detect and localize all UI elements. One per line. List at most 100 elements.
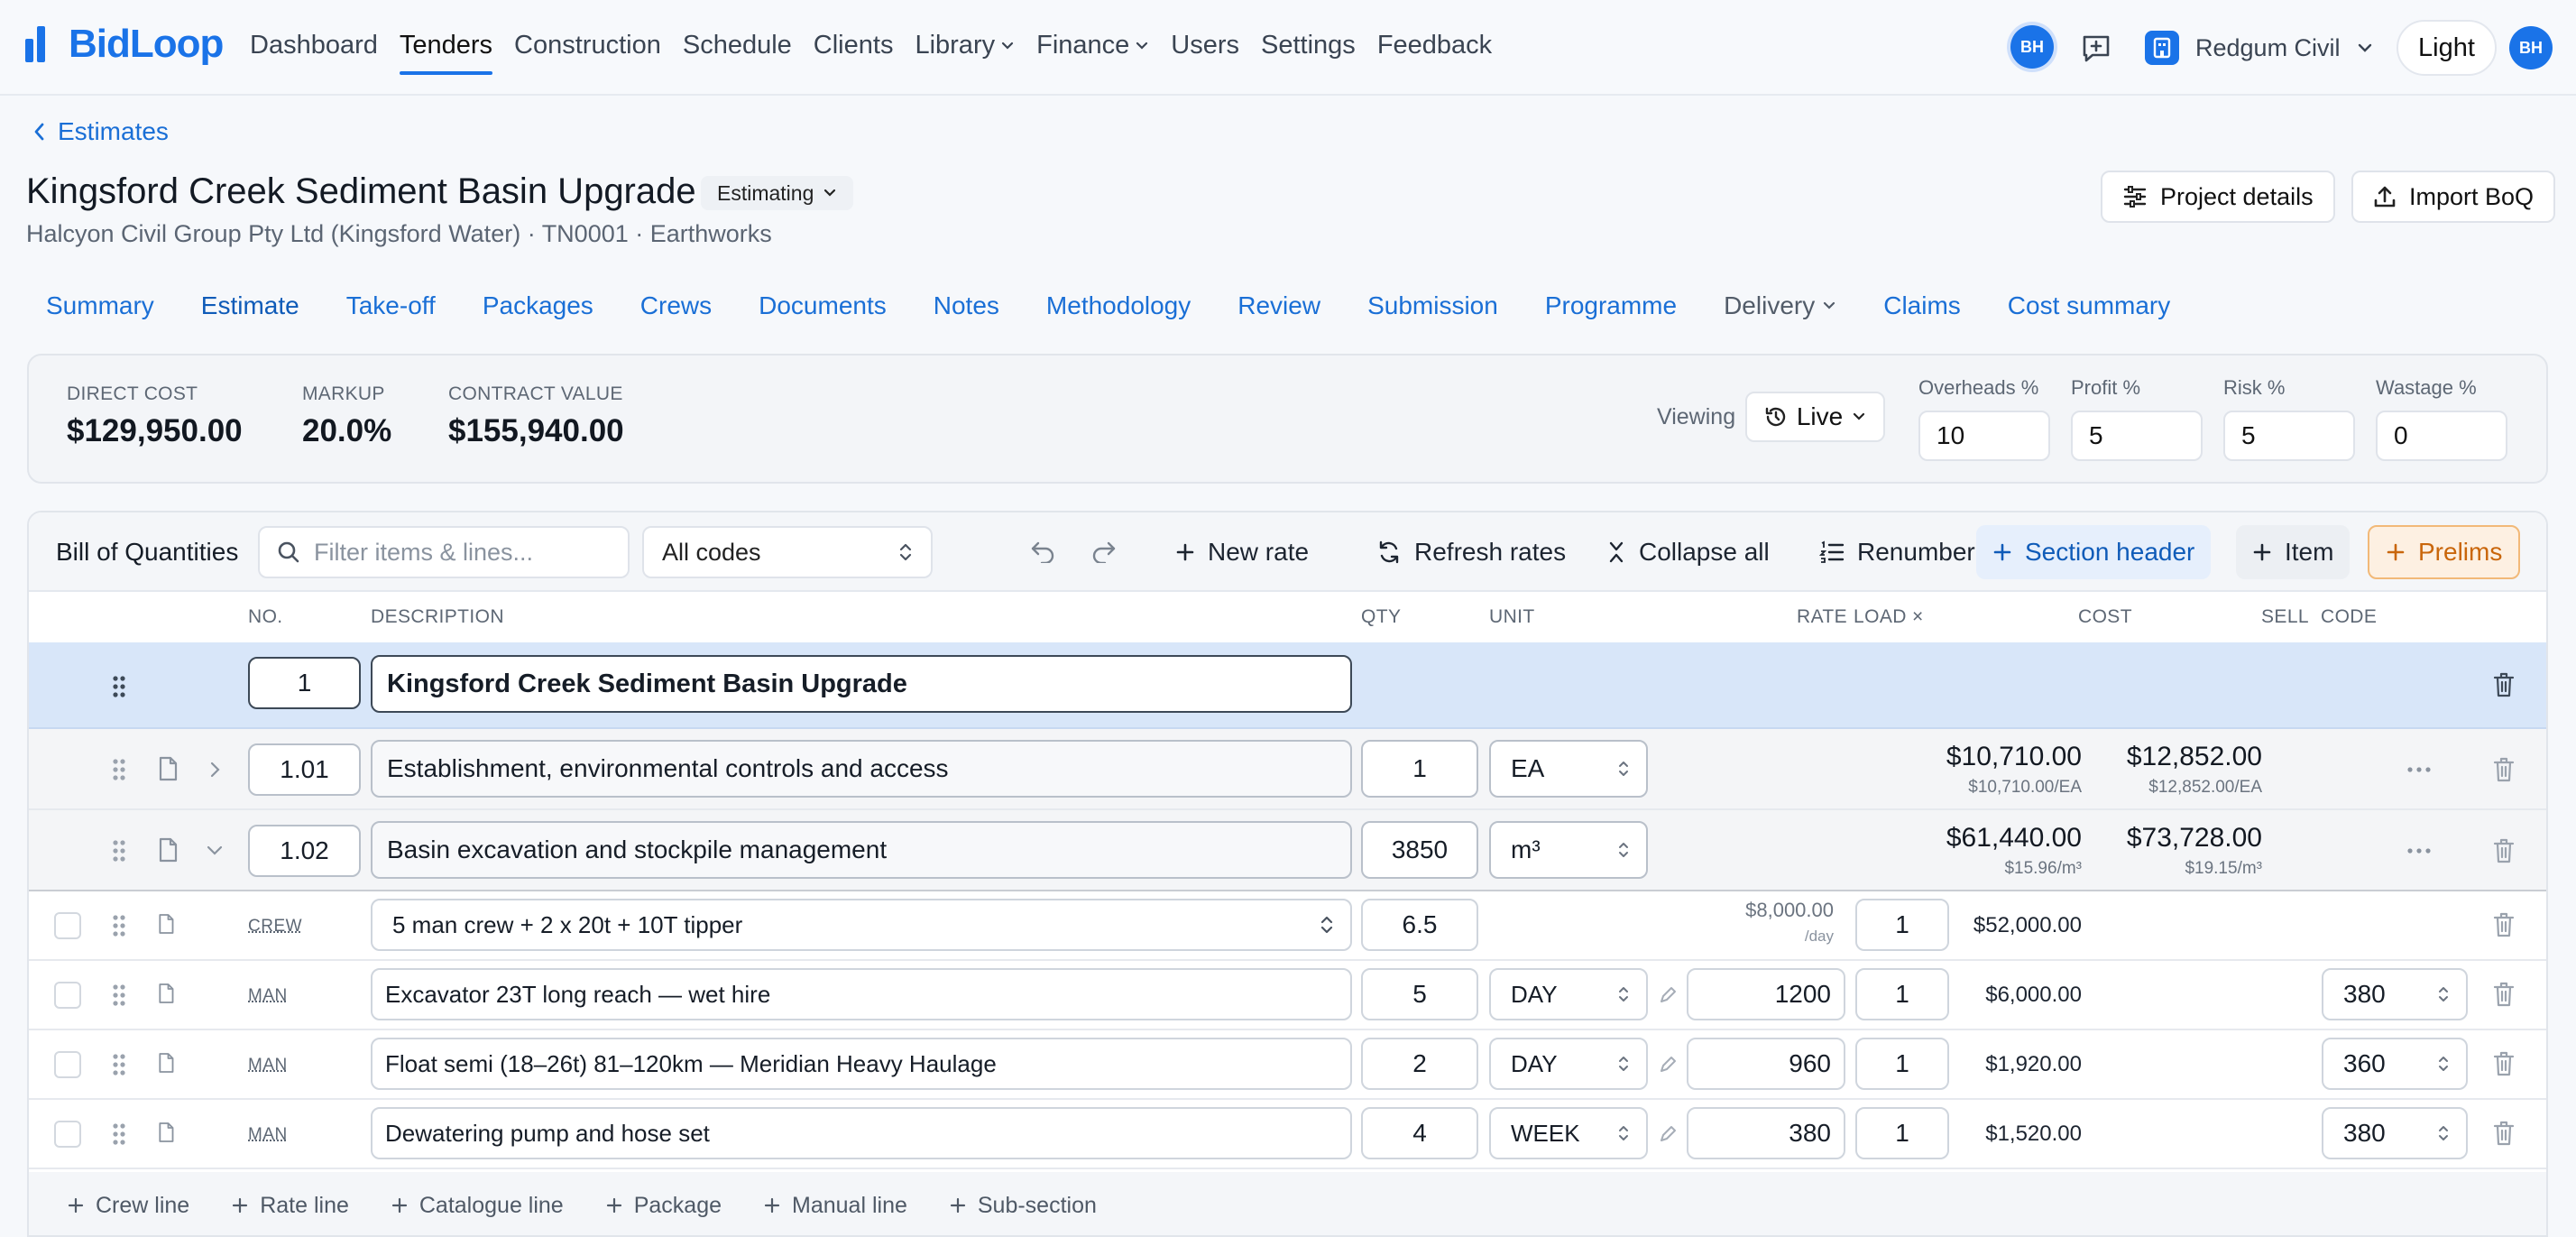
line-rate-field[interactable]: 380	[1687, 1107, 1845, 1159]
tab-crews[interactable]: Crews	[640, 291, 712, 320]
crew-load-field[interactable]: 1	[1855, 899, 1949, 951]
chevron-down-icon[interactable]	[206, 845, 224, 857]
trash-icon[interactable]	[2492, 1120, 2516, 1147]
tab-claims[interactable]: Claims	[1883, 291, 1961, 320]
nav-item-clients[interactable]: Clients	[814, 31, 894, 60]
project-details-button[interactable]: Project details	[2101, 171, 2335, 223]
section-description-field[interactable]: Kingsford Creek Sediment Basin Upgrade	[371, 655, 1352, 713]
profile-menu[interactable]: BH	[2509, 26, 2553, 69]
line-description-field[interactable]: Dewatering pump and hose set	[371, 1107, 1352, 1159]
new-rate-button[interactable]: New rate	[1159, 525, 1325, 579]
item-unit-select[interactable]: m³	[1489, 821, 1648, 879]
line-description-field[interactable]: Float semi (18–26t) 81–120km — Meridian …	[371, 1038, 1352, 1090]
boq-search-input[interactable]: Filter items & lines...	[258, 526, 630, 578]
resource-line-row[interactable]: MAN Excavator 23T long reach — wet hire …	[29, 961, 2546, 1030]
row-checkbox[interactable]	[54, 982, 81, 1009]
risk-input[interactable]: 5	[2223, 411, 2355, 461]
line-unit-select[interactable]: DAY	[1489, 1038, 1648, 1090]
item-row[interactable]: 1.01 Establishment, environmental contro…	[29, 729, 2546, 810]
trash-icon[interactable]	[2492, 981, 2516, 1008]
line-qty-field[interactable]: 2	[1361, 1038, 1478, 1090]
section-row[interactable]: 1 Kingsford Creek Sediment Basin Upgrade	[29, 642, 2546, 729]
wastage-input[interactable]: 0	[2376, 411, 2507, 461]
drag-handle-icon[interactable]	[112, 839, 126, 863]
item-description-field[interactable]: Basin excavation and stockpile managemen…	[371, 821, 1352, 879]
more-options-icon[interactable]	[2407, 848, 2431, 854]
collapse-all-button[interactable]: Collapse all	[1590, 525, 1786, 579]
line-load-field[interactable]: 1	[1855, 968, 1949, 1020]
line-rate-field[interactable]: 1200	[1687, 968, 1845, 1020]
add-crew-line-button[interactable]: Crew line	[67, 1193, 189, 1219]
tab-estimate[interactable]: Estimate	[201, 291, 299, 320]
drag-handle-icon[interactable]	[112, 1053, 126, 1076]
item-qty-field[interactable]: 1	[1361, 740, 1478, 798]
tab-methodology[interactable]: Methodology	[1046, 291, 1191, 320]
nav-item-tenders[interactable]: Tenders	[399, 31, 493, 75]
item-unit-select[interactable]: EA	[1489, 740, 1648, 798]
line-code-select[interactable]: 380	[2322, 968, 2468, 1020]
back-to-estimates-link[interactable]: Estimates	[32, 117, 169, 146]
crew-select[interactable]: 5 man crew + 2 x 20t + 10T tipper	[371, 899, 1352, 951]
line-unit-select[interactable]: DAY	[1489, 968, 1648, 1020]
add-manual-line-button[interactable]: Manual line	[763, 1193, 907, 1219]
line-code-select[interactable]: 380	[2322, 1107, 2468, 1159]
item-description-field[interactable]: Establishment, environmental controls an…	[371, 740, 1352, 798]
renumber-button[interactable]: Renumber	[1803, 525, 1992, 579]
drag-handle-icon[interactable]	[112, 1122, 126, 1146]
line-rate-field[interactable]: 960	[1687, 1038, 1845, 1090]
file-icon[interactable]	[157, 837, 179, 863]
tab-notes[interactable]: Notes	[934, 291, 999, 320]
redo-icon[interactable]	[1090, 540, 1117, 563]
status-dropdown[interactable]: Estimating	[701, 176, 854, 210]
trash-icon[interactable]	[2492, 756, 2516, 783]
tab-delivery[interactable]: Delivery	[1724, 291, 1836, 320]
add-item-button[interactable]: Item	[2236, 525, 2351, 579]
drag-handle-icon[interactable]	[112, 675, 126, 698]
tab-packages[interactable]: Packages	[483, 291, 593, 320]
pencil-icon[interactable]	[1658, 985, 1678, 1005]
nav-item-library[interactable]: Library	[915, 31, 1015, 60]
add-prelims-button[interactable]: Prelims	[2368, 525, 2521, 579]
drag-handle-icon[interactable]	[112, 914, 126, 937]
file-icon[interactable]	[157, 1052, 175, 1074]
add-rate-line-button[interactable]: Rate line	[231, 1193, 349, 1219]
tab-take-off[interactable]: Take-off	[346, 291, 436, 320]
chevron-right-icon[interactable]	[209, 761, 222, 779]
refresh-rates-button[interactable]: Refresh rates	[1360, 525, 1582, 579]
file-icon[interactable]	[157, 983, 175, 1004]
tab-submission[interactable]: Submission	[1367, 291, 1498, 320]
more-options-icon[interactable]	[2407, 767, 2431, 772]
version-selector[interactable]: Live	[1745, 392, 1885, 442]
tab-programme[interactable]: Programme	[1545, 291, 1677, 320]
add-sub-section-button[interactable]: Sub-section	[949, 1193, 1097, 1219]
line-unit-select[interactable]: WEEK	[1489, 1107, 1648, 1159]
drag-handle-icon[interactable]	[112, 983, 126, 1007]
codes-filter-select[interactable]: All codes	[642, 526, 933, 578]
section-number-field[interactable]: 1	[248, 657, 361, 709]
item-number-field[interactable]: 1.02	[248, 825, 361, 877]
nav-item-dashboard[interactable]: Dashboard	[250, 31, 378, 60]
undo-icon[interactable]	[1030, 540, 1057, 563]
tab-review[interactable]: Review	[1237, 291, 1320, 320]
drag-handle-icon[interactable]	[112, 758, 126, 781]
nav-item-finance[interactable]: Finance	[1036, 31, 1149, 60]
nav-item-feedback[interactable]: Feedback	[1377, 31, 1492, 60]
trash-icon[interactable]	[2492, 911, 2516, 938]
line-qty-field[interactable]: 5	[1361, 968, 1478, 1020]
add-section-header-button[interactable]: Section header	[1976, 525, 2212, 579]
line-load-field[interactable]: 1	[1855, 1107, 1949, 1159]
file-icon[interactable]	[157, 913, 175, 935]
tab-documents[interactable]: Documents	[759, 291, 887, 320]
item-number-field[interactable]: 1.01	[248, 743, 361, 796]
line-qty-field[interactable]: 4	[1361, 1107, 1478, 1159]
pencil-icon[interactable]	[1658, 1055, 1678, 1075]
row-checkbox[interactable]	[54, 912, 81, 939]
import-boq-button[interactable]: Import BoQ	[2351, 171, 2556, 223]
user-avatar-ring[interactable]: BH	[2010, 25, 2054, 69]
crew-line-row[interactable]: CREW 5 man crew + 2 x 20t + 10T tipper 6…	[29, 891, 2546, 961]
resource-line-row[interactable]: MAN Dewatering pump and hose set 4 WEEK …	[29, 1100, 2546, 1169]
nav-item-users[interactable]: Users	[1171, 31, 1239, 60]
item-row[interactable]: 1.02 Basin excavation and stockpile mana…	[29, 810, 2546, 891]
nav-item-construction[interactable]: Construction	[514, 31, 661, 60]
row-checkbox[interactable]	[54, 1121, 81, 1148]
